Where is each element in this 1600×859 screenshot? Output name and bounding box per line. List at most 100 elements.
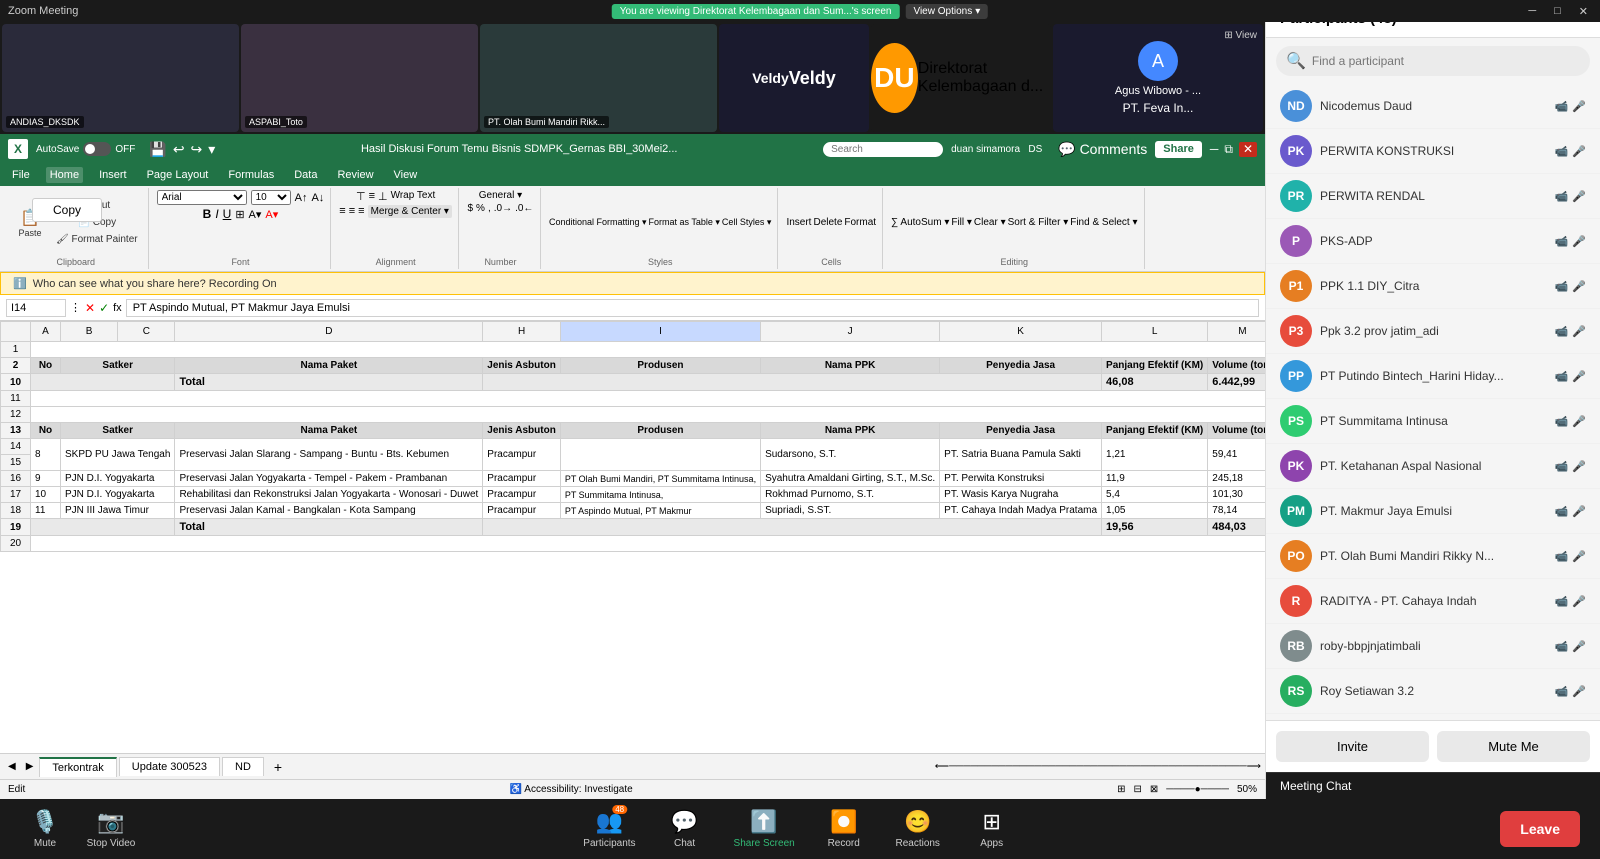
list-item[interactable]: PK PT. Ketahanan Aspal Nasional 📹 🎤 xyxy=(1266,444,1600,489)
spreadsheet-area[interactable]: A B C D H I J K L M N O P Q R xyxy=(0,321,1265,753)
font-size-select[interactable]: 10 xyxy=(251,190,291,205)
align-top-btn[interactable]: ⊤ xyxy=(356,190,366,203)
dec-decrease-btn[interactable]: .0← xyxy=(515,203,533,214)
list-item[interactable]: RS Roy Setiawan 3.2 📹 🎤 xyxy=(1266,669,1600,714)
wrap-text-btn[interactable]: Wrap Text xyxy=(391,190,436,203)
dec-increase-btn[interactable]: .0→ xyxy=(494,203,512,214)
mute-me-button[interactable]: Mute Me xyxy=(1437,731,1590,762)
col-header-k[interactable]: K xyxy=(940,322,1102,342)
autosave-toggle[interactable] xyxy=(83,142,111,156)
invite-button[interactable]: Invite xyxy=(1276,731,1429,762)
menu-file[interactable]: File xyxy=(8,167,34,183)
reactions-btn[interactable]: 😊 Reactions xyxy=(893,809,943,849)
conditional-format-btn[interactable]: Conditional Formatting ▾ xyxy=(549,217,647,228)
list-item[interactable]: R RADITYA - PT. Cahaya Indah 📹 🎤 xyxy=(1266,579,1600,624)
excel-close[interactable]: ✕ xyxy=(1239,142,1257,157)
menu-view[interactable]: View xyxy=(390,167,422,183)
format-cells-btn[interactable]: Format xyxy=(844,217,876,228)
maximize-btn[interactable]: □ xyxy=(1550,5,1565,18)
currency-btn[interactable]: $ xyxy=(467,203,473,214)
video-thumb-direktorat[interactable]: DU Direktorat Kelembagaan d... xyxy=(871,24,1051,132)
list-item[interactable]: PK PERWITA KONSTRUKSI 📹 🎤 xyxy=(1266,129,1600,174)
cancel-formula-btn[interactable]: ✕ xyxy=(85,301,95,315)
col-header-h[interactable]: H xyxy=(483,322,561,342)
video-thumb-veldy[interactable]: Veldy Veldy xyxy=(719,24,869,132)
col-header-c[interactable]: C xyxy=(118,322,175,342)
save-icon[interactable]: 💾 xyxy=(149,141,166,158)
bold-btn[interactable]: B xyxy=(203,207,212,221)
close-btn[interactable]: ✕ xyxy=(1575,5,1592,18)
list-item[interactable]: RB roby-bbpjnjatimbali 📹 🎤 xyxy=(1266,624,1600,669)
cell-ref-input[interactable] xyxy=(6,299,66,317)
sheet-nav-left[interactable]: ◀ xyxy=(4,758,20,775)
formula-input[interactable] xyxy=(126,299,1259,317)
comments-btn[interactable]: 💬 Comments xyxy=(1058,141,1147,158)
clear-btn[interactable]: Clear ▾ xyxy=(974,217,1006,228)
border-btn[interactable]: ⊞ xyxy=(235,208,244,221)
list-item[interactable]: P PKS-ADP 📹 🎤 xyxy=(1266,219,1600,264)
menu-formulas[interactable]: Formulas xyxy=(224,167,278,183)
video-thumb-agus[interactable]: A Agus Wibowo - ... ⊞ View PT. Feva In..… xyxy=(1053,24,1263,132)
cell-styles-btn[interactable]: Cell Styles ▾ xyxy=(722,217,772,228)
video-thumb-olahbumi[interactable]: PT. Olah Bumi Mandiri Rikk... xyxy=(480,24,717,132)
more-icon[interactable]: ▾ xyxy=(208,141,215,158)
view-icon[interactable]: ⊞ View xyxy=(1224,30,1257,41)
list-item[interactable]: P1 PPK 1.1 DIY_Citra 📹 🎤 xyxy=(1266,264,1600,309)
add-sheet-btn[interactable]: + xyxy=(266,756,290,778)
redo-icon[interactable]: ↪ xyxy=(191,141,203,158)
page-layout-btn[interactable]: ⊟ xyxy=(1133,784,1141,795)
excel-restore[interactable]: ⧉ xyxy=(1224,142,1233,157)
col-header-i[interactable]: I xyxy=(560,322,760,342)
apps-btn[interactable]: ⊞ Apps xyxy=(967,809,1017,849)
menu-home[interactable]: Home xyxy=(46,167,83,183)
align-center-btn[interactable]: ≡ xyxy=(349,205,355,218)
col-header-l[interactable]: L xyxy=(1102,322,1208,342)
menu-pagelayout[interactable]: Page Layout xyxy=(143,167,213,183)
search-participants[interactable]: 🔍 xyxy=(1276,46,1590,76)
menu-data[interactable]: Data xyxy=(290,167,321,183)
mute-btn[interactable]: 🎙️ Mute xyxy=(20,809,70,849)
align-middle-btn[interactable]: ≡ xyxy=(369,190,375,203)
list-item[interactable]: ND Nicodemus Daud 📹 🎤 xyxy=(1266,84,1600,129)
col-header-j[interactable]: J xyxy=(761,322,940,342)
record-btn[interactable]: ⏺️ Record xyxy=(819,809,869,849)
list-item[interactable]: P3 Ppk 3.2 prov jatim_adi 📹 🎤 xyxy=(1266,309,1600,354)
align-left-btn[interactable]: ≡ xyxy=(339,205,345,218)
search-input[interactable] xyxy=(1312,54,1580,68)
merge-center-btn[interactable]: Merge & Center ▾ xyxy=(368,205,452,218)
align-right-btn[interactable]: ≡ xyxy=(358,205,364,218)
number-format-select[interactable]: General ▾ xyxy=(479,190,522,201)
font-color-btn[interactable]: A▾ xyxy=(265,208,278,221)
col-header-a[interactable]: A xyxy=(31,322,61,342)
fill-btn[interactable]: Fill ▾ xyxy=(951,217,972,228)
normal-view-btn[interactable]: ⊞ xyxy=(1117,784,1125,795)
video-thumb-aspabi[interactable]: ASPABI_Toto xyxy=(241,24,478,132)
sheet-tab-terkontrak[interactable]: Terkontrak xyxy=(39,757,116,777)
list-item[interactable]: PO PT. Olah Bumi Mandiri Rikky N... 📹 🎤 xyxy=(1266,534,1600,579)
format-painter-btn[interactable]: 🖌 Format Painter xyxy=(52,232,142,247)
page-break-btn[interactable]: ⊠ xyxy=(1150,784,1158,795)
sort-filter-btn[interactable]: Sort & Filter ▾ xyxy=(1008,217,1069,228)
confirm-formula-btn[interactable]: ✓ xyxy=(99,301,109,315)
sheet-tab-update[interactable]: Update 300523 xyxy=(119,757,220,776)
video-thumb-andias[interactable]: ANDIAS_DKSDK xyxy=(2,24,239,132)
menu-insert[interactable]: Insert xyxy=(95,167,131,183)
list-item[interactable]: PP PT Putindo Bintech_Harini Hiday... 📹 … xyxy=(1266,354,1600,399)
increase-font-btn[interactable]: A↑ xyxy=(295,192,308,204)
underline-btn[interactable]: U xyxy=(223,207,232,221)
find-select-btn[interactable]: Find & Select ▾ xyxy=(1070,217,1137,228)
chat-btn[interactable]: 💬 Chat xyxy=(660,809,710,849)
copy-button[interactable]: Copy xyxy=(32,198,102,222)
minimize-btn[interactable]: ─ xyxy=(1524,5,1540,18)
format-table-btn[interactable]: Format as Table ▾ xyxy=(649,217,720,228)
expand-icon[interactable]: ⋮ xyxy=(70,301,81,314)
zoom-slider[interactable]: ────●──── xyxy=(1166,784,1229,795)
list-item[interactable]: PS PT Summitama Intinusa 📹 🎤 xyxy=(1266,399,1600,444)
accessibility-btn[interactable]: ♿ Accessibility: Investigate xyxy=(510,784,633,795)
menu-review[interactable]: Review xyxy=(333,167,377,183)
delete-cells-btn[interactable]: Delete xyxy=(813,217,842,228)
view-options-btn[interactable]: View Options ▾ xyxy=(905,4,988,19)
fill-color-btn[interactable]: A▾ xyxy=(249,208,262,221)
col-header-m[interactable]: M xyxy=(1208,322,1265,342)
share-screen-btn[interactable]: ⬆️ Share Screen xyxy=(734,809,795,849)
